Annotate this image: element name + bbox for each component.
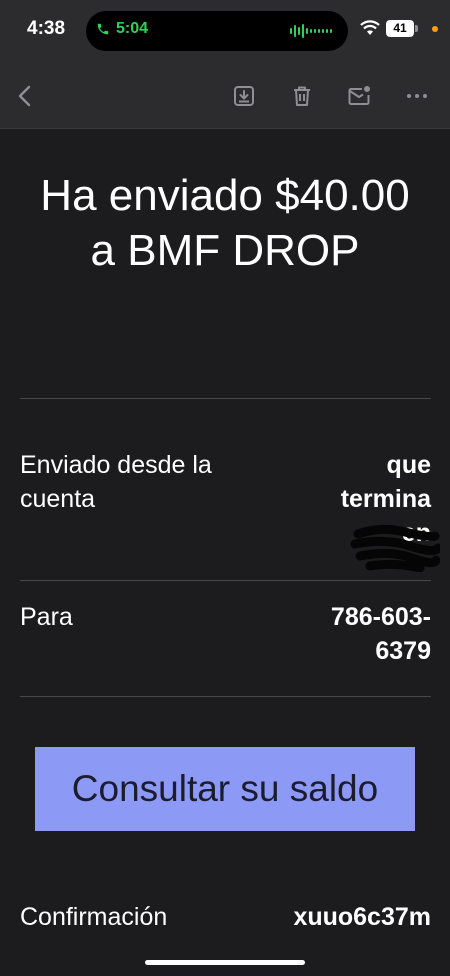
battery-level: 41 bbox=[386, 20, 414, 37]
dynamic-island[interactable]: 5:04 bbox=[86, 11, 348, 51]
to-phone-value: 786-603-6379 bbox=[330, 603, 431, 665]
mail-toolbar bbox=[0, 62, 450, 129]
back-icon[interactable] bbox=[14, 84, 38, 108]
call-indicator[interactable]: 5:04 bbox=[96, 20, 148, 38]
confirmation-code: xuuo6c37m bbox=[293, 903, 431, 931]
divider bbox=[20, 696, 431, 697]
audio-waveform-icon bbox=[290, 24, 332, 38]
phone-icon bbox=[97, 23, 109, 35]
privacy-indicator bbox=[432, 26, 438, 32]
divider bbox=[20, 580, 431, 581]
battery-icon: 41 bbox=[386, 20, 418, 37]
status-time: 4:38 bbox=[27, 18, 66, 39]
call-duration: 5:04 bbox=[116, 20, 149, 37]
more-icon[interactable] bbox=[405, 84, 429, 108]
trash-icon[interactable] bbox=[290, 84, 314, 108]
divider bbox=[20, 398, 431, 399]
sent-from-label: Enviado desde la cuenta bbox=[20, 451, 212, 513]
check-balance-button[interactable]: Consultar su saldo bbox=[35, 747, 415, 831]
email-headline: Ha enviado $40.00 a BMF DROP bbox=[40, 171, 410, 275]
status-bar: 4:38 5:04 41 bbox=[0, 0, 450, 62]
wifi-icon bbox=[360, 20, 380, 35]
mark-unread-icon[interactable] bbox=[347, 84, 371, 108]
home-indicator[interactable] bbox=[145, 960, 305, 965]
redaction-scribble bbox=[350, 524, 440, 572]
archive-icon[interactable] bbox=[232, 84, 256, 108]
to-label: Para bbox=[20, 603, 73, 631]
confirmation-label: Confirmación bbox=[20, 903, 168, 931]
